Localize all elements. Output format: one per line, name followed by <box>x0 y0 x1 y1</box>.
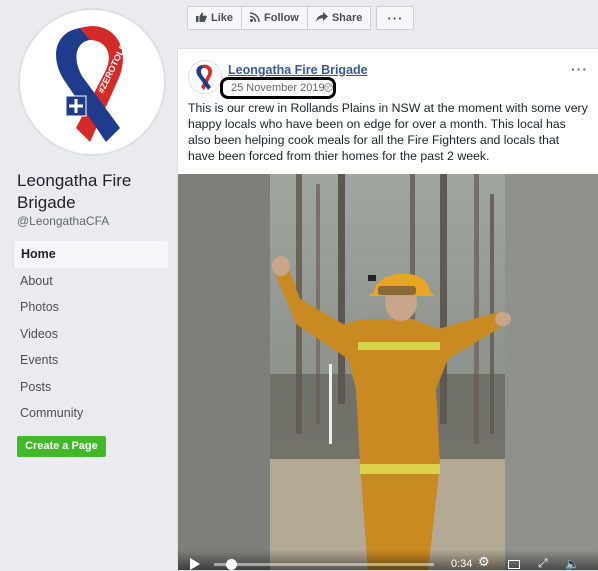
gear-icon[interactable]: ⚙ <box>478 554 490 570</box>
nav-item-events[interactable]: Events <box>13 347 168 374</box>
like-label: Like <box>211 12 234 24</box>
follow-button[interactable]: Follow <box>241 6 308 30</box>
nav-item-home[interactable]: Home <box>13 241 168 268</box>
awareness-ribbon-logo: #ZEROTOLERANCE <box>56 13 142 143</box>
play-icon[interactable] <box>190 558 200 570</box>
video-time: 0:34 <box>451 558 473 570</box>
nav-item-about[interactable]: About <box>13 268 168 295</box>
post-author-link[interactable]: Leongatha Fire Brigade <box>228 63 368 77</box>
follow-label: Follow <box>264 12 299 24</box>
nav-item-community[interactable]: Community <box>13 400 168 427</box>
post-card: Leongatha Fire Brigade 25 November 2019 … <box>177 48 598 571</box>
volume-icon[interactable]: 🔈 <box>565 557 580 570</box>
nav-item-videos[interactable]: Videos <box>13 321 168 348</box>
video-progress-bar[interactable] <box>214 563 434 566</box>
left-column: #ZEROTOLERANCE Leongatha Fire Brigade @L… <box>0 0 178 571</box>
video-controls: 0:34 ⚙ ⤢ 🔈 <box>178 550 598 570</box>
page-handle[interactable]: @LeongathaCFA <box>17 214 109 228</box>
share-arrow-icon <box>315 11 328 25</box>
like-button[interactable]: Like <box>187 6 243 30</box>
thumbs-up-icon <box>196 12 207 25</box>
post-video[interactable]: 0:34 ⚙ ⤢ 🔈 <box>178 174 598 570</box>
nav-item-photos[interactable]: Photos <box>13 294 168 321</box>
share-label: Share <box>331 12 363 24</box>
post-timestamp[interactable]: 25 November 2019 <box>220 77 336 99</box>
create-page-button[interactable]: Create a Page <box>17 436 106 457</box>
rss-icon <box>249 11 260 25</box>
video-progress-knob[interactable] <box>226 559 238 570</box>
more-options-button[interactable]: ··· <box>376 6 415 30</box>
post-body-text: This is our crew in Rollands Plains in N… <box>188 101 588 163</box>
page-profile-picture[interactable]: #ZEROTOLERANCE <box>18 8 166 156</box>
firefighter-video-frame <box>178 174 598 570</box>
picture-in-picture-icon[interactable] <box>508 560 520 569</box>
page-name[interactable]: Leongatha Fire Brigade <box>17 170 167 214</box>
nav-item-posts[interactable]: Posts <box>13 374 168 401</box>
post-options-icon[interactable]: ··· <box>571 61 588 77</box>
ribbon-icon <box>196 64 212 90</box>
page-nav: Home About Photos Videos Events Posts Co… <box>13 241 168 427</box>
share-button[interactable]: Share <box>306 6 372 30</box>
post-author-avatar[interactable] <box>188 60 222 94</box>
expand-icon[interactable]: ⤢ <box>538 556 548 570</box>
page-action-bar: Like Follow Share ··· <box>187 6 415 30</box>
globe-icon <box>324 83 333 92</box>
